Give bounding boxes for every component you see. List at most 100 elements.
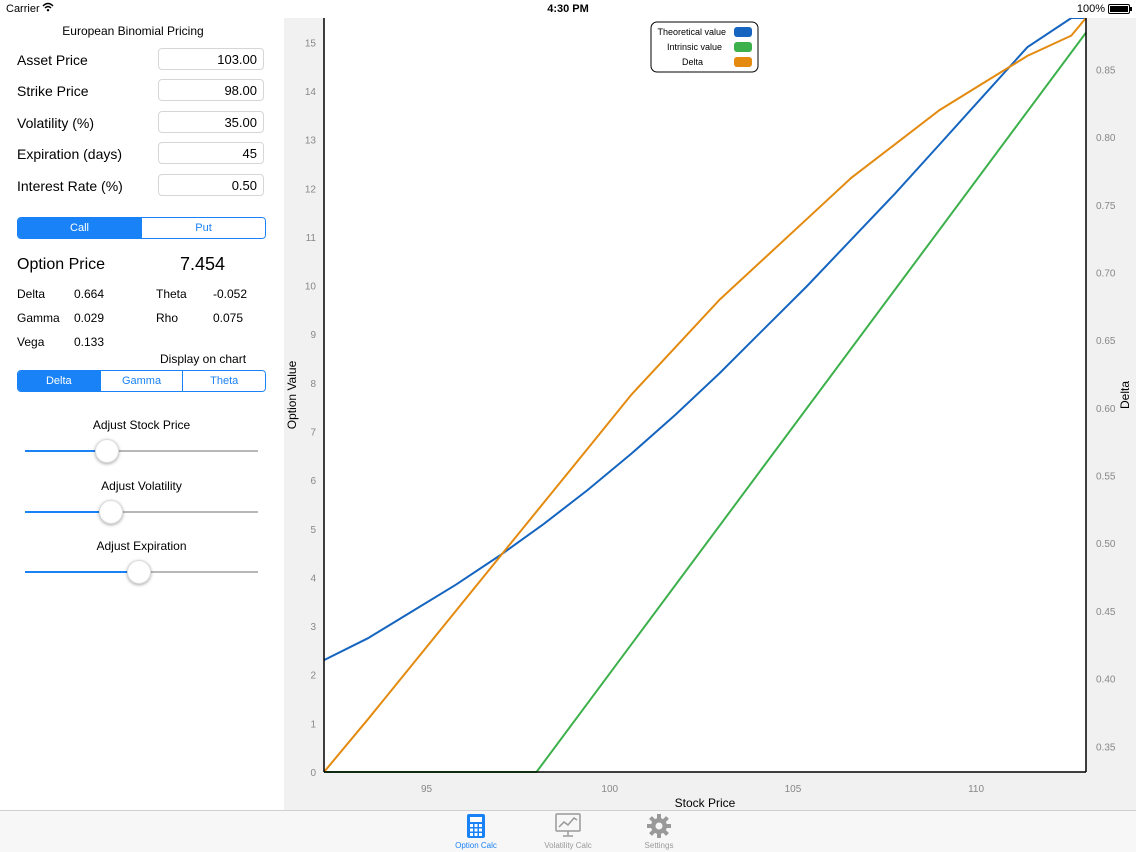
volatility-field[interactable]: 35.00 [158, 111, 264, 133]
volatility-label: Volatility (%) [17, 115, 95, 131]
y-tick-label: 15 [305, 38, 317, 49]
tab-bar: Option Calc Volatility Calc Settings [0, 810, 1136, 852]
y2-tick-label: 0.40 [1096, 675, 1116, 686]
status-bar: Carrier 4:30 PM 100% [0, 0, 1136, 18]
put-segment[interactable]: Put [142, 218, 265, 238]
y-tick-label: 2 [310, 671, 316, 682]
y2-tick-label: 0.65 [1096, 336, 1116, 347]
x-tick-label: 105 [785, 784, 802, 795]
battery-indicator: 100% [1076, 3, 1132, 15]
legend-delta-label: Delta [682, 57, 703, 67]
display-on-chart-label: Display on chart [160, 352, 247, 366]
chart-legend: Theoretical value Intrinsic value Delta [650, 21, 759, 73]
asset-price-label: Asset Price [17, 52, 88, 68]
legend-theoretical-swatch [734, 27, 752, 37]
option-value-chart: 01234567891011121314150.350.400.450.500.… [285, 17, 1132, 810]
interest-rate-label: Interest Rate (%) [17, 178, 123, 194]
y-tick-label: 8 [310, 379, 316, 390]
y-tick-label: 5 [310, 525, 316, 536]
y2-tick-label: 0.85 [1096, 65, 1116, 76]
theta-segment[interactable]: Theta [183, 371, 265, 391]
y-tick-label: 3 [310, 622, 316, 633]
delta-label: Delta [17, 287, 46, 301]
tab-volatility-calc-label: Volatility Calc [544, 841, 592, 850]
vega-value: 0.133 [74, 335, 105, 349]
y2-tick-label: 0.60 [1096, 404, 1116, 415]
tab-volatility-calc[interactable]: Volatility Calc [528, 813, 608, 850]
theta-label: Theta [156, 287, 187, 301]
x-axis-title: Stock Price [675, 796, 736, 810]
y-tick-label: 4 [310, 573, 316, 584]
expiration-slider-thumb[interactable] [127, 560, 152, 584]
expiration-label: Expiration (days) [17, 146, 123, 162]
y2-axis-title: Delta [1118, 381, 1132, 409]
expiration-slider[interactable] [25, 560, 258, 584]
stock-price-slider-thumb[interactable] [94, 439, 119, 463]
y-tick-label: 0 [310, 768, 316, 779]
y-tick-label: 6 [310, 476, 316, 487]
gear-icon [647, 814, 671, 838]
delta-value: 0.664 [74, 287, 105, 301]
option-price-label: Option Price [17, 256, 106, 273]
volatility-slider[interactable] [25, 500, 258, 524]
y-tick-label: 13 [305, 136, 317, 147]
y2-tick-label: 0.70 [1096, 268, 1116, 279]
volatility-slider-label: Adjust Volatility [101, 479, 182, 493]
legend-intrinsic-swatch [734, 42, 752, 52]
y-tick-label: 9 [310, 330, 316, 341]
x-tick-label: 95 [421, 784, 433, 795]
chart-display-segmented-control: Delta Gamma Theta [17, 370, 266, 392]
tab-option-calc-label: Option Calc [455, 841, 497, 850]
clock: 4:30 PM [547, 3, 589, 15]
y-tick-label: 1 [310, 719, 316, 730]
y-tick-label: 10 [305, 282, 317, 293]
legend-theoretical-label: Theoretical value [657, 27, 726, 37]
expiration-row: Expiration (days) 45 [17, 142, 267, 166]
y-tick-label: 12 [305, 184, 317, 195]
chart-panel: 0 1 2 3 4 5 6 7 8 9 10 11 12 13 14 15 0.35 0.40 0.45 0.50 0.… [284, 17, 1136, 810]
expiration-field[interactable]: 45 [158, 142, 264, 164]
y-axis-title: Option Value [285, 360, 299, 429]
expiration-slider-label: Adjust Expiration [96, 539, 187, 553]
theta-value: -0.052 [213, 287, 248, 301]
stock-price-slider-label: Adjust Stock Price [92, 418, 191, 432]
x-tick-label: 110 [968, 784, 984, 795]
y2-tick-label: 0.80 [1096, 133, 1116, 144]
y2-tick-label: 0.55 [1096, 472, 1116, 483]
legend-delta-swatch [734, 57, 752, 67]
volatility-slider-thumb[interactable] [99, 500, 124, 524]
y-tick-label: 7 [310, 427, 316, 438]
y-tick-label: 14 [305, 87, 317, 98]
control-panel: European Binomial Pricing Asset Price 10… [0, 18, 284, 810]
strike-price-row: Strike Price 98.00 [17, 79, 267, 103]
battery-icon [1108, 4, 1132, 14]
option-type-segmented-control: Call Put [17, 217, 266, 239]
panel-title: European Binomial Pricing [62, 24, 204, 38]
plot-area [324, 18, 1086, 772]
tab-settings-label: Settings [644, 841, 674, 850]
y2-tick-label: 0.75 [1096, 201, 1116, 212]
y-tick-label: 11 [306, 233, 317, 244]
tab-option-calc[interactable]: Option Calc [436, 813, 516, 850]
option-price-value: 7.454 [180, 254, 226, 274]
asset-price-field[interactable]: 103.00 [158, 48, 264, 70]
gamma-value: 0.029 [74, 311, 105, 325]
tab-settings[interactable]: Settings [619, 813, 699, 850]
gamma-segment[interactable]: Gamma [100, 371, 184, 391]
strike-price-field[interactable]: 98.00 [158, 79, 264, 101]
gamma-label: Gamma [17, 311, 60, 325]
y2-tick-label: 0.50 [1096, 539, 1116, 550]
vega-label: Vega [17, 335, 45, 349]
calculator-icon [467, 814, 485, 838]
delta-segment[interactable]: Delta [18, 371, 101, 391]
stock-price-slider[interactable] [25, 439, 258, 463]
battery-percent: 100% [1076, 3, 1105, 15]
y2-tick-label: 0.35 [1096, 742, 1116, 753]
interest-rate-field[interactable]: 0.50 [158, 174, 264, 196]
strike-price-label: Strike Price [17, 83, 89, 99]
interest-rate-row: Interest Rate (%) 0.50 [17, 174, 267, 198]
rho-label: Rho [156, 311, 179, 325]
x-tick-label: 100 [601, 784, 618, 795]
rho-value: 0.075 [213, 311, 244, 325]
call-segment[interactable]: Call [18, 218, 142, 238]
